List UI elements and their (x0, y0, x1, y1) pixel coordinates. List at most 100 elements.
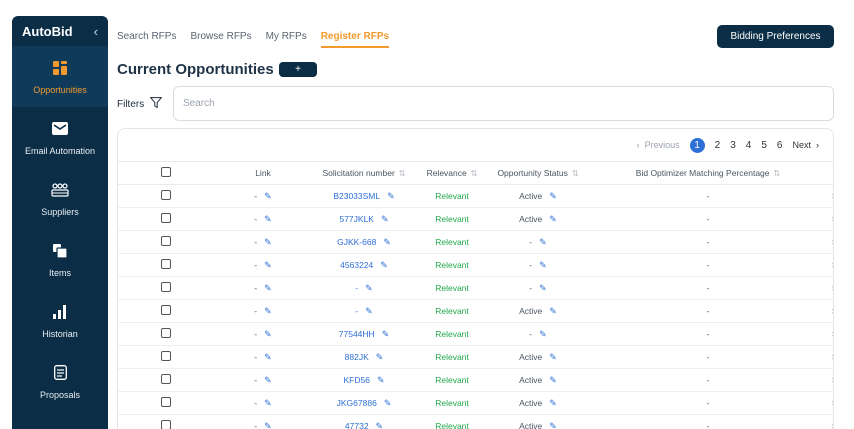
edit-solicitation-icon[interactable]: ✎ (365, 283, 373, 294)
solicitation-link[interactable]: GJKK-668 (337, 237, 376, 247)
edit-status-icon[interactable]: ✎ (539, 260, 547, 271)
solicitation-link[interactable]: 77544HH (339, 329, 375, 339)
page-4-button[interactable]: 4 (746, 140, 752, 151)
edit-link-icon[interactable]: ✎ (264, 352, 272, 363)
table-row[interactable]: -✎-✎Relevant-✎-S (118, 276, 833, 300)
edit-solicitation-icon[interactable]: ✎ (365, 306, 373, 317)
table-row[interactable]: -✎ KFD56 ✎ RelevantActive✎-S (118, 368, 833, 392)
sort-icon[interactable]: ⇅ (399, 169, 406, 178)
solicitation-link[interactable]: - (355, 306, 358, 316)
filters-toggle[interactable]: Filters (117, 97, 163, 111)
solicitation-link[interactable]: 4563224 (340, 260, 373, 270)
edit-link-icon[interactable]: ✎ (264, 421, 272, 429)
table-row[interactable]: -✎ 882JK ✎ RelevantActive✎-S (118, 345, 833, 369)
edit-status-icon[interactable]: ✎ (539, 283, 547, 294)
edit-solicitation-icon[interactable]: ✎ (376, 421, 384, 429)
edit-link-icon[interactable]: ✎ (264, 191, 272, 202)
tab-search-rfps[interactable]: Search RFPs (117, 31, 176, 48)
sidebar-item-items[interactable]: Items (12, 229, 108, 290)
edit-status-icon[interactable]: ✎ (549, 214, 557, 225)
edit-status-icon[interactable]: ✎ (549, 421, 557, 429)
column-header-solicitation[interactable]: Solicitation number ⇅ (312, 161, 416, 185)
solicitation-cell: B23033SML ✎ (312, 184, 416, 208)
table-row[interactable]: -✎ B23033SML ✎ RelevantActive✎-S (118, 184, 833, 208)
solicitation-link[interactable]: - (355, 283, 358, 293)
edit-link-icon[interactable]: ✎ (264, 283, 272, 294)
collapse-sidebar-icon[interactable]: ‹ (94, 24, 98, 39)
tab-my-rfps[interactable]: My RFPs (266, 31, 307, 48)
solicitation-link[interactable]: KFD56 (343, 375, 369, 385)
row-checkbox[interactable] (118, 276, 214, 300)
link-cell: - ✎ (214, 345, 312, 369)
previous-page-button[interactable]: ‹ Previous (637, 140, 680, 150)
sidebar-item-suppliers[interactable]: Suppliers (12, 168, 108, 229)
edit-solicitation-icon[interactable]: ✎ (384, 398, 392, 409)
bidding-preferences-button[interactable]: Bidding Preferences (717, 25, 834, 48)
sort-icon[interactable]: ⇅ (774, 169, 781, 178)
sidebar-item-proposals[interactable]: Proposals (12, 351, 108, 412)
page-1-button[interactable]: 1 (689, 137, 705, 153)
select-all-checkbox[interactable] (118, 161, 214, 185)
solicitation-link[interactable]: 882JK (345, 352, 369, 362)
row-checkbox[interactable] (118, 299, 214, 323)
edit-solicitation-icon[interactable]: ✎ (381, 214, 389, 225)
row-checkbox[interactable] (118, 391, 214, 415)
edit-solicitation-icon[interactable]: ✎ (377, 375, 385, 386)
edit-link-icon[interactable]: ✎ (264, 237, 272, 248)
page-3-button[interactable]: 3 (730, 140, 736, 151)
solicitation-link[interactable]: JKG67886 (337, 398, 377, 408)
table-row[interactable]: -✎77544HH✎Relevant-✎-S (118, 322, 833, 346)
table-row[interactable]: -✎4563224✎Relevant-✎-S (118, 253, 833, 277)
table-row[interactable]: -✎-✎RelevantActive✎-S (118, 299, 833, 323)
column-header-bid-optimizer[interactable]: Bid Optimizer Matching Percentage ⇅ (588, 161, 828, 185)
row-checkbox[interactable] (118, 345, 214, 369)
tab-register-rfps[interactable]: Register RFPs (320, 31, 390, 48)
row-checkbox[interactable] (118, 368, 214, 392)
edit-solicitation-icon[interactable]: ✎ (376, 352, 384, 363)
sort-icon[interactable]: ⇅ (471, 169, 478, 178)
table-row[interactable]: -✎ JKG67886 ✎ RelevantActive✎-S (118, 391, 833, 415)
edit-link-icon[interactable]: ✎ (264, 260, 272, 271)
solicitation-link[interactable]: 47732 (345, 421, 369, 429)
page-2-button[interactable]: 2 (715, 140, 721, 151)
edit-status-icon[interactable]: ✎ (549, 352, 557, 363)
column-header-relevance[interactable]: Relevance ⇅ (416, 161, 488, 185)
tab-browse-rfps[interactable]: Browse RFPs (190, 31, 251, 48)
column-header-status[interactable]: Opportunity Status ⇅ (488, 161, 588, 185)
page-6-button[interactable]: 6 (777, 140, 783, 151)
sort-icon[interactable]: ⇅ (572, 169, 579, 178)
edit-status-icon[interactable]: ✎ (539, 237, 547, 248)
row-checkbox[interactable] (118, 253, 214, 277)
row-checkbox[interactable] (118, 414, 214, 429)
sidebar-item-email-automation[interactable]: Email Automation (12, 107, 108, 168)
page-5-button[interactable]: 5 (761, 140, 767, 151)
row-checkbox[interactable] (118, 207, 214, 231)
edit-status-icon[interactable]: ✎ (549, 398, 557, 409)
solicitation-link[interactable]: 577JKLK (339, 214, 374, 224)
row-checkbox[interactable] (118, 184, 214, 208)
edit-link-icon[interactable]: ✎ (264, 375, 272, 386)
table-row[interactable]: -✎ 47732 ✎ RelevantActive✎-S (118, 414, 833, 429)
solicitation-link[interactable]: B23033SML (333, 191, 380, 201)
sidebar-item-opportunities[interactable]: Opportunities (12, 46, 108, 107)
edit-solicitation-icon[interactable]: ✎ (387, 191, 395, 202)
table-row[interactable]: -✎GJKK-668✎Relevant-✎-S (118, 230, 833, 254)
edit-solicitation-icon[interactable]: ✎ (380, 260, 388, 271)
edit-solicitation-icon[interactable]: ✎ (382, 329, 390, 340)
row-checkbox[interactable] (118, 230, 214, 254)
edit-link-icon[interactable]: ✎ (264, 214, 272, 225)
edit-status-icon[interactable]: ✎ (539, 329, 547, 340)
edit-link-icon[interactable]: ✎ (264, 306, 272, 317)
edit-solicitation-icon[interactable]: ✎ (383, 237, 391, 248)
add-opportunity-button[interactable]: + (279, 62, 317, 77)
next-page-button[interactable]: Next › (792, 140, 819, 150)
row-checkbox[interactable] (118, 322, 214, 346)
edit-link-icon[interactable]: ✎ (264, 398, 272, 409)
edit-link-icon[interactable]: ✎ (264, 329, 272, 340)
sidebar-item-historian[interactable]: Historian (12, 290, 108, 351)
edit-status-icon[interactable]: ✎ (549, 375, 557, 386)
edit-status-icon[interactable]: ✎ (549, 191, 557, 202)
table-row[interactable]: -✎ 577JKLK ✎ RelevantActive✎-S (118, 207, 833, 231)
search-input[interactable] (173, 86, 834, 121)
edit-status-icon[interactable]: ✎ (549, 306, 557, 317)
